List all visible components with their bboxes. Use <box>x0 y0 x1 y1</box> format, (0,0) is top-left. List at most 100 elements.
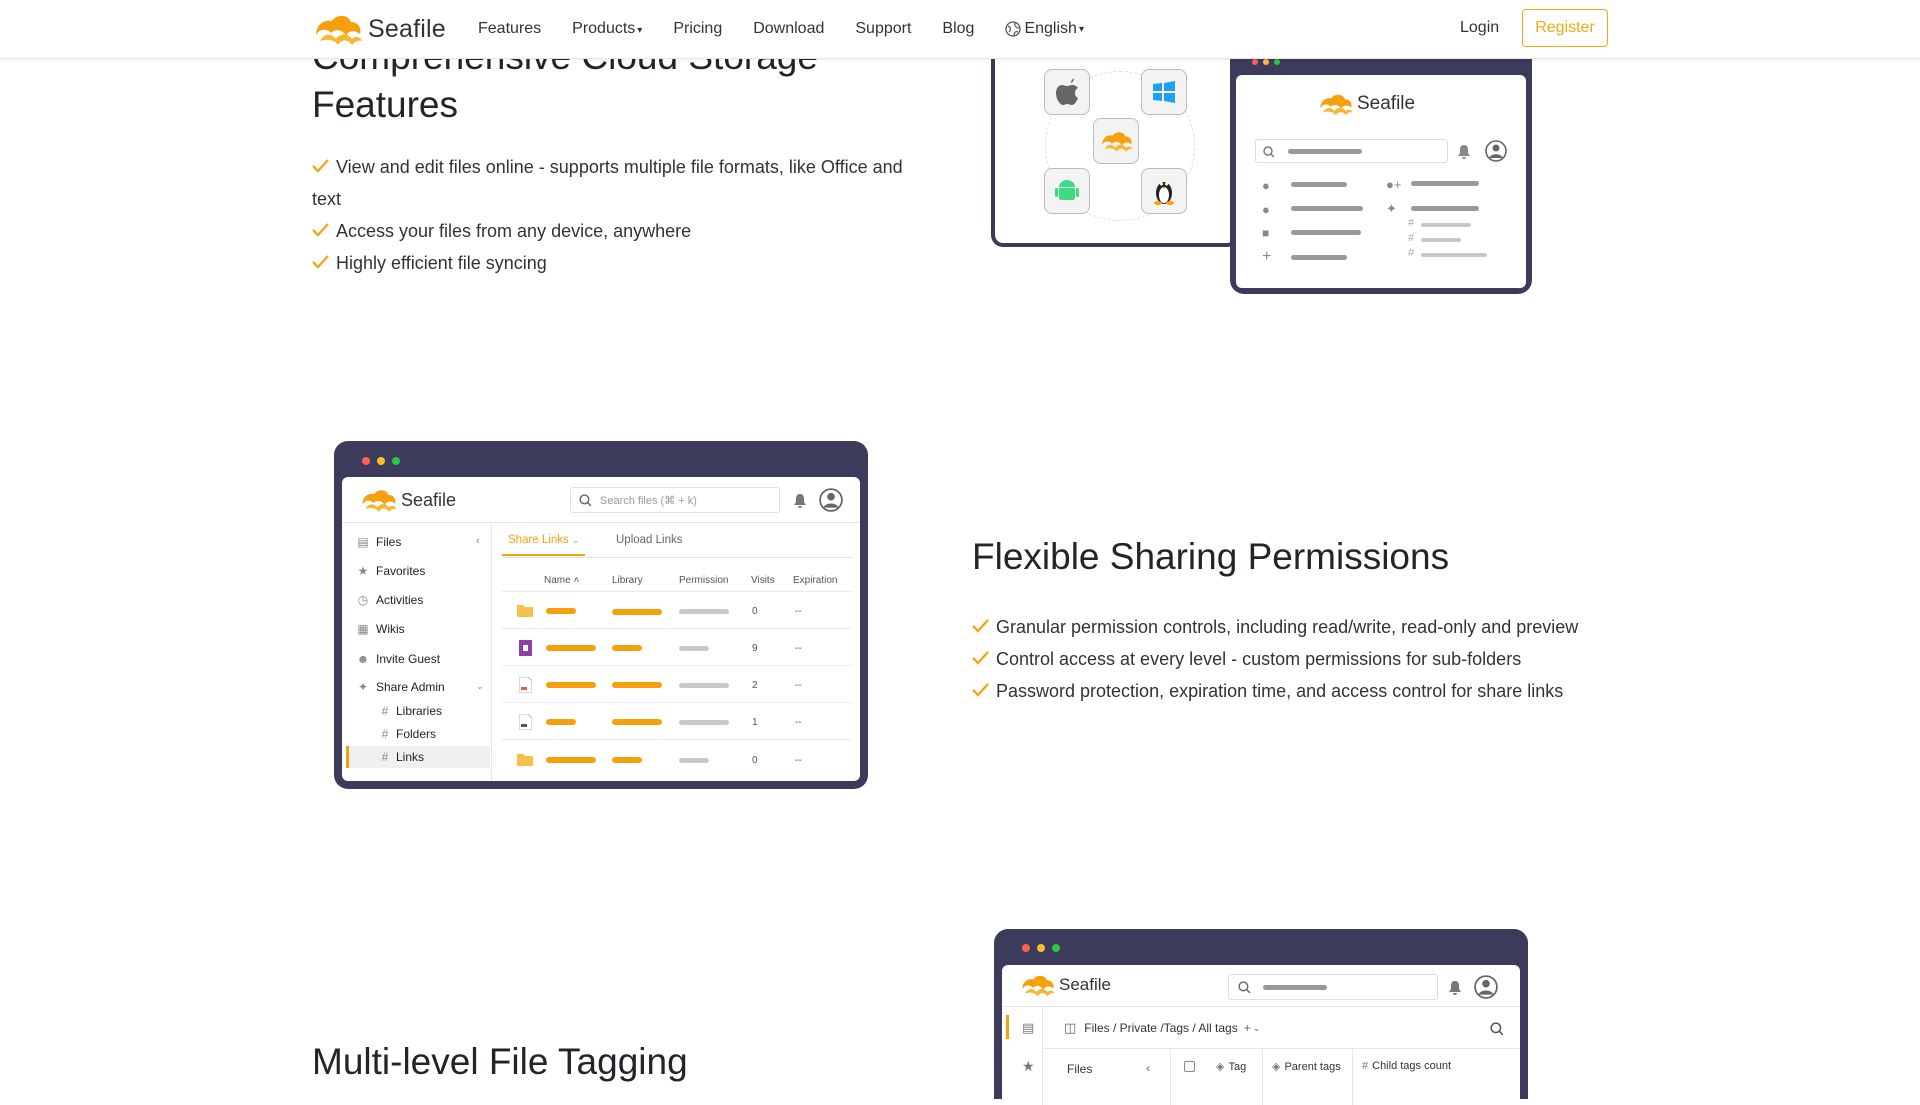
tab-share-links[interactable]: Share Links ⌄ <box>502 534 586 556</box>
register-button[interactable]: Register <box>1522 9 1608 47</box>
bell-icon[interactable] <box>793 493 807 508</box>
feature-item: View and edit files online - supports mu… <box>312 151 932 183</box>
nav-link-products[interactable]: Products ▾ <box>572 20 642 38</box>
brand-logo[interactable]: Seafile <box>310 11 446 47</box>
linux-icon <box>1141 168 1187 214</box>
hash-icon: # <box>1408 247 1415 259</box>
sidebar-item-share-admin[interactable]: ✦ Share Admin <box>356 680 445 694</box>
hash-icon: # <box>381 727 389 741</box>
section3-title: Multi-level File Tagging <box>312 1041 688 1082</box>
avatar-icon[interactable] <box>1474 975 1498 999</box>
hash-icon: # <box>381 750 389 764</box>
chevron-down-icon[interactable]: ⌄ <box>476 681 484 692</box>
wrench-icon: ✦ <box>357 680 369 694</box>
feature-text: text <box>312 189 342 209</box>
app-logo: Seafile <box>358 486 456 514</box>
platforms-panel <box>991 57 1239 247</box>
avatar-icon <box>1485 140 1507 162</box>
avatar-icon[interactable] <box>819 488 843 512</box>
sidebar-label: Libraries <box>396 704 443 718</box>
col-header-library: Library <box>612 575 643 586</box>
nav-link-features[interactable]: Features <box>478 20 541 38</box>
feature-item: Access your files from any device, anywh… <box>312 215 932 247</box>
window-dots <box>362 457 400 465</box>
col-header-name[interactable]: Name ˄ <box>544 575 579 586</box>
plus-icon: + <box>1262 248 1272 265</box>
col-label: Parent tags <box>1284 1060 1341 1073</box>
sidebar-label: Files <box>376 535 402 549</box>
feature-text: Access your files from any device, anywh… <box>336 221 692 241</box>
sort-up-icon: ˄ <box>573 575 580 586</box>
tab-bar: Share Links ⌄ Upload Links <box>502 524 852 558</box>
col-header-tag: ◈ Tag <box>1216 1060 1246 1074</box>
sidebar-item-invite-guest[interactable]: ☻ Invite Guest <box>356 652 440 666</box>
col-label: Name <box>544 575 571 586</box>
feature-text: View and edit files online - supports mu… <box>336 157 903 177</box>
sharing-app-screen: Seafile Search files (⌘ + k) ▤ Files ‹ ★ F… <box>342 477 860 781</box>
check-icon <box>312 159 329 173</box>
app-header: Seafile Search files (⌘ + k) <box>342 477 860 523</box>
add-icon[interactable]: + <box>1244 1021 1251 1035</box>
language-selector[interactable]: English ▾ <box>1005 20 1084 38</box>
search-input[interactable] <box>1228 974 1438 1000</box>
tab-upload-links[interactable]: Upload Links <box>616 534 682 546</box>
active-indicator <box>1006 1015 1009 1039</box>
seafile-icon <box>1093 118 1139 164</box>
search-input[interactable]: Search files (⌘ + k) <box>570 487 780 513</box>
visits-count: 0 <box>752 755 758 766</box>
folder-icon <box>517 754 533 766</box>
app-logo: Seafile <box>1018 972 1111 998</box>
breadcrumb-path[interactable]: Files / Private /Tags / All tags <box>1084 1021 1237 1035</box>
chevron-down-icon: ⌄ <box>571 535 580 545</box>
nav-link-blog[interactable]: Blog <box>942 20 974 38</box>
sidebar-item-wikis[interactable]: ▦ Wikis <box>356 622 404 636</box>
feature-item: Granular permission controls, including … <box>972 611 1612 643</box>
app-header: Seafile <box>1002 965 1520 1007</box>
mini-app-screen: Seafile ● ● ■ + ●+ ✦ # # # <box>1236 75 1526 288</box>
brand-name: Seafile <box>1059 975 1111 994</box>
mini-app-window: Seafile ● ● ■ + ●+ ✦ # # # <box>1230 57 1532 294</box>
visits-count: 0 <box>752 606 758 617</box>
chevron-down-icon: ▾ <box>637 25 643 36</box>
sidebar-toggle-icon[interactable]: ◫ <box>1064 1020 1076 1036</box>
chevron-down-icon[interactable]: ⌄ <box>1253 1023 1261 1034</box>
search-icon[interactable] <box>1490 1022 1504 1036</box>
col-header-visits: Visits <box>751 575 775 586</box>
pdf-file-icon <box>519 677 532 693</box>
brand-name: Seafile <box>401 489 457 510</box>
sidebar-item-favorites[interactable]: ★ Favorites <box>356 564 426 578</box>
visits-count: 9 <box>752 643 758 654</box>
tag-icon: ◈ <box>1272 1061 1281 1073</box>
visits-count: 1 <box>752 717 758 728</box>
collapse-chevron-icon[interactable]: ‹ <box>1146 1061 1150 1075</box>
feature-text: Password protection, expiration time, an… <box>996 681 1564 701</box>
sidebar-subitem-folders[interactable]: # Folders <box>380 727 436 741</box>
visits-count: 2 <box>752 680 758 691</box>
tab-label: Share Links <box>508 534 569 546</box>
sidebar-label: Share Admin <box>376 680 445 694</box>
folder-icon <box>517 605 533 617</box>
section1-title-line2: Features <box>312 84 459 125</box>
select-all-checkbox[interactable] <box>1184 1061 1195 1072</box>
nav-link-pricing[interactable]: Pricing <box>673 20 722 38</box>
sidebar-item-activities[interactable]: ◷ Activities <box>356 593 424 607</box>
android-icon <box>1044 168 1090 214</box>
nav-link-download[interactable]: Download <box>753 20 824 38</box>
sidebar-item-files[interactable]: ▤ Files <box>356 535 401 549</box>
tag-icon: ◈ <box>1216 1061 1225 1073</box>
nav-links: Features Products ▾ Pricing Download Supp… <box>478 0 1115 58</box>
col-header-permission: Permission <box>679 575 729 586</box>
bell-icon[interactable] <box>1448 980 1462 995</box>
collapse-chevron-icon[interactable]: ‹ <box>476 535 480 547</box>
col-header-parent-tags: ◈ Parent tags <box>1272 1060 1341 1074</box>
star-icon[interactable]: ★ <box>1022 1058 1035 1075</box>
sidebar-subitem-libraries[interactable]: # Libraries <box>380 704 442 718</box>
nav-link-support[interactable]: Support <box>855 20 911 38</box>
feature-item: Password protection, expiration time, an… <box>972 675 1612 707</box>
brand-name: Seafile <box>1357 93 1416 114</box>
tagging-app-window: Seafile ▤ ★ ◫ Files / Private /Tags / Al… <box>994 929 1528 1105</box>
files-icon[interactable]: ▤ <box>1022 1020 1034 1036</box>
seafile-logo-icon <box>1320 94 1353 116</box>
login-link[interactable]: Login <box>1460 19 1499 37</box>
sidebar-subitem-links[interactable]: # Links <box>380 750 424 764</box>
